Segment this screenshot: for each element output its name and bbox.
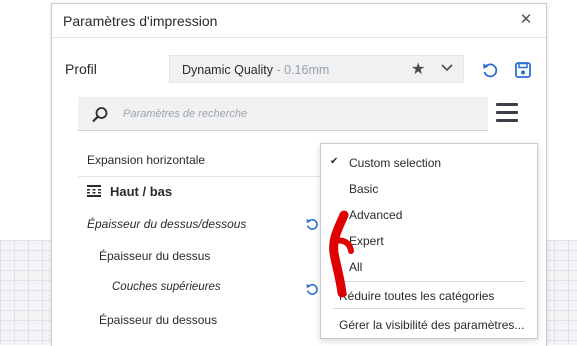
menu-divider — [333, 308, 525, 309]
panel-title: Paramètres d'impression — [63, 13, 218, 29]
search-input[interactable] — [123, 105, 473, 123]
profile-layer-height: 0.16mm — [284, 63, 330, 77]
check-icon: ✔ — [330, 156, 339, 167]
profile-label: Profil — [65, 61, 97, 77]
menu-item-label: Expert — [349, 234, 384, 248]
menu-item-advanced[interactable]: Advanced — [321, 204, 537, 226]
menu-item-all[interactable]: All — [321, 256, 537, 278]
menu-item-manage-visibility[interactable]: Gérer la visibilité des paramètres... — [321, 314, 537, 336]
menu-item-expert[interactable]: Expert — [321, 230, 537, 252]
menu-item-label: Basic — [349, 182, 379, 196]
menu-divider — [333, 281, 525, 282]
menu-item-custom-selection[interactable]: ✔ Custom selection — [321, 152, 537, 174]
menu-item-label: Réduire toutes les catégories — [339, 289, 495, 303]
search-icon — [92, 107, 108, 123]
profile-separator: - — [273, 63, 285, 77]
menu-item-collapse-all[interactable]: Réduire toutes les catégories — [321, 285, 537, 307]
profile-name: Dynamic Quality — [182, 63, 273, 77]
menu-item-label: All — [349, 260, 363, 274]
chevron-down-icon[interactable] — [440, 60, 454, 74]
setting-label: Couches supérieures — [112, 281, 221, 293]
menu-item-label: Custom selection — [349, 156, 442, 170]
visibility-menu: ✔ Custom selection Basic Advanced Expert… — [320, 143, 538, 339]
close-icon[interactable]: ✕ — [518, 11, 534, 29]
setting-label: Expansion horizontale — [87, 153, 206, 167]
reset-icon[interactable] — [305, 282, 319, 296]
star-icon[interactable]: ★ — [411, 59, 425, 79]
menu-item-label: Advanced — [349, 208, 403, 222]
menu-item-basic[interactable]: Basic — [321, 178, 537, 200]
category-header[interactable]: Haut / bas — [110, 184, 172, 199]
top-bottom-icon — [87, 185, 101, 197]
save-icon[interactable] — [514, 61, 532, 79]
reset-icon[interactable] — [481, 61, 499, 79]
setting-label: Épaisseur du dessus/dessous — [87, 217, 247, 231]
profile-select[interactable]: Dynamic Quality - 0.16mm ★ — [169, 55, 464, 83]
menu-icon[interactable] — [496, 101, 518, 123]
setting-label: Épaisseur du dessus — [99, 249, 211, 263]
search-bar — [78, 97, 488, 131]
menu-item-label: Gérer la visibilité des paramètres... — [339, 318, 525, 332]
panel-titlebar: Paramètres d'impression ✕ — [52, 4, 546, 38]
reset-icon[interactable] — [305, 217, 319, 231]
build-plate-grid-left — [0, 240, 51, 345]
setting-label: Épaisseur du dessous — [99, 313, 218, 327]
